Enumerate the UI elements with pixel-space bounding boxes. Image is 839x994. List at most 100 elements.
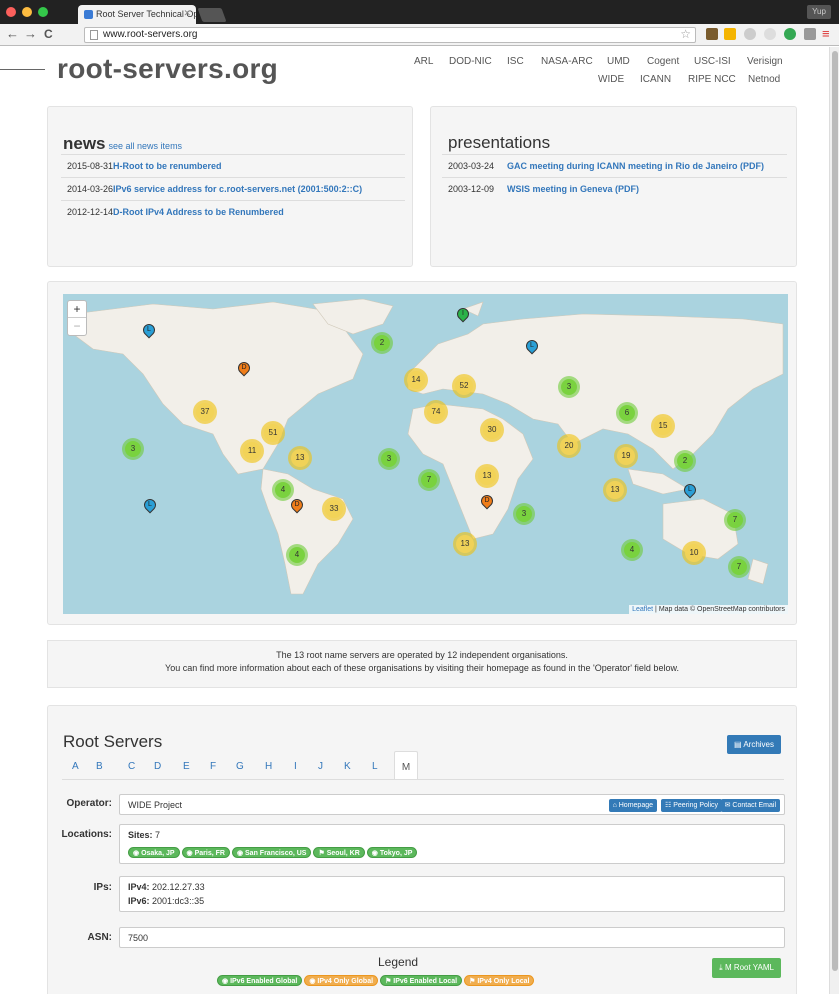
news-link[interactable]: H-Root to be renumbered bbox=[113, 161, 222, 171]
map-cluster[interactable]: 10 bbox=[682, 541, 706, 565]
all-news-link[interactable]: see all news items bbox=[109, 141, 183, 151]
archives-button[interactable]: ▤ Archives bbox=[726, 735, 781, 754]
address-bar[interactable]: www.root-servers.org ☆ bbox=[84, 27, 696, 43]
scrollbar-thumb[interactable] bbox=[832, 51, 838, 971]
tab-letter-d[interactable]: D bbox=[154, 761, 161, 772]
map-cluster[interactable]: 13 bbox=[603, 478, 627, 502]
map-cluster[interactable]: 3 bbox=[558, 376, 580, 398]
back-icon[interactable]: ← bbox=[6, 27, 19, 41]
scrollbar[interactable] bbox=[829, 47, 839, 994]
extension-icon[interactable] bbox=[744, 28, 756, 40]
map-cluster[interactable]: 6 bbox=[616, 402, 638, 424]
operator-link[interactable]: UMD bbox=[607, 56, 630, 67]
bookmark-star-icon[interactable]: ☆ bbox=[680, 27, 691, 41]
minimize-window-icon[interactable] bbox=[22, 7, 32, 17]
map-marker[interactable]: L bbox=[141, 496, 159, 517]
map-cluster[interactable]: 3 bbox=[513, 503, 535, 525]
close-window-icon[interactable] bbox=[6, 7, 16, 17]
tab-letter-i[interactable]: I bbox=[294, 761, 297, 772]
map-cluster[interactable]: 19 bbox=[614, 444, 638, 468]
site-logo[interactable]: root-servers.org bbox=[57, 53, 278, 85]
tab-letter-m[interactable]: M bbox=[394, 751, 418, 779]
news-link[interactable]: D-Root IPv4 Address to be Renumbered bbox=[113, 207, 284, 217]
presentation-link[interactable]: GAC meeting during ICANN meeting in Rio … bbox=[507, 161, 764, 171]
operator-link[interactable]: ARL bbox=[414, 56, 433, 67]
map-cluster[interactable]: 7 bbox=[728, 556, 750, 578]
close-tab-icon[interactable]: ✕ bbox=[183, 8, 191, 19]
operator-link[interactable]: ISC bbox=[507, 56, 524, 67]
operator-link[interactable]: Netnod bbox=[748, 74, 780, 85]
map-marker[interactable]: D bbox=[478, 492, 496, 513]
new-tab-button[interactable] bbox=[197, 8, 227, 22]
contact-email-button[interactable]: ✉ Contact Email bbox=[720, 799, 780, 812]
operator-link[interactable]: RIPE NCC bbox=[688, 74, 736, 85]
yaml-download-button[interactable]: ⤓ M Root YAML bbox=[712, 958, 781, 978]
map-cluster[interactable]: 15 bbox=[651, 414, 675, 438]
operator-link[interactable]: Cogent bbox=[647, 56, 679, 67]
map-marker[interactable]: L bbox=[140, 321, 158, 342]
homepage-button[interactable]: ⌂ Homepage bbox=[608, 799, 657, 812]
tab-letter-j[interactable]: J bbox=[318, 761, 323, 772]
world-map[interactable]: + − Leaflet | Map data © OpenStreetMap co… bbox=[63, 294, 788, 614]
site-tag[interactable]: ◉ Paris, FR bbox=[181, 847, 230, 858]
map-cluster[interactable]: 4 bbox=[286, 544, 308, 566]
map-cluster[interactable]: 20 bbox=[557, 434, 581, 458]
zoom-in-button[interactable]: + bbox=[68, 301, 86, 318]
map-cluster[interactable]: 3 bbox=[378, 448, 400, 470]
operator-link[interactable]: NASA-ARC bbox=[541, 56, 593, 67]
browser-tab[interactable]: Root Server Technical Op... ✕ bbox=[78, 5, 196, 24]
operator-link[interactable]: Verisign bbox=[747, 56, 783, 67]
map-cluster[interactable]: 13 bbox=[453, 532, 477, 556]
map-cluster[interactable]: 37 bbox=[193, 400, 217, 424]
map-cluster[interactable]: 74 bbox=[424, 400, 448, 424]
operator-link[interactable]: USC-ISI bbox=[694, 56, 731, 67]
map-cluster[interactable]: 33 bbox=[322, 497, 346, 521]
tab-letter-l[interactable]: L bbox=[372, 761, 378, 772]
grammarly-icon[interactable] bbox=[784, 28, 796, 40]
tab-letter-h[interactable]: H bbox=[265, 761, 272, 772]
map-cluster[interactable]: 4 bbox=[272, 479, 294, 501]
extension-icon[interactable] bbox=[804, 28, 816, 40]
map-marker[interactable]: L bbox=[523, 337, 541, 358]
tab-letter-g[interactable]: G bbox=[236, 761, 244, 772]
map-cluster[interactable]: 13 bbox=[475, 464, 499, 488]
site-tag[interactable]: ◉ San Francisco, US bbox=[231, 847, 312, 858]
tab-letter-c[interactable]: C bbox=[128, 761, 135, 772]
maximize-window-icon[interactable] bbox=[38, 7, 48, 17]
tab-letter-e[interactable]: E bbox=[183, 761, 190, 772]
map-cluster[interactable]: 51 bbox=[261, 421, 285, 445]
notes-extension-icon[interactable] bbox=[724, 28, 736, 40]
tab-letter-b[interactable]: B bbox=[96, 761, 103, 772]
site-tag[interactable]: ◉ Osaka, JP bbox=[128, 847, 180, 858]
map-cluster[interactable]: 30 bbox=[480, 418, 504, 442]
site-tag[interactable]: ◉ Tokyo, JP bbox=[366, 847, 418, 858]
map-marker[interactable]: L bbox=[681, 481, 699, 502]
peering-policy-button[interactable]: ☷ Peering Policy bbox=[661, 799, 722, 812]
extension-icon[interactable] bbox=[764, 28, 776, 40]
extension-icon[interactable] bbox=[706, 28, 718, 40]
map-cluster[interactable]: 4 bbox=[621, 539, 643, 561]
leaflet-link[interactable]: Leaflet bbox=[632, 606, 653, 613]
site-tag[interactable]: ⚑ Seoul, KR bbox=[313, 847, 365, 858]
map-cluster[interactable]: 13 bbox=[288, 446, 312, 470]
operator-link[interactable]: WIDE bbox=[598, 74, 624, 85]
map-cluster[interactable]: 7 bbox=[418, 469, 440, 491]
map-cluster[interactable]: 7 bbox=[724, 509, 746, 531]
tab-letter-a[interactable]: A bbox=[72, 761, 79, 772]
map-cluster[interactable]: 11 bbox=[240, 439, 264, 463]
map-marker[interactable]: I bbox=[454, 305, 472, 326]
menu-icon[interactable]: ≡ bbox=[822, 27, 832, 40]
map-cluster[interactable]: 2 bbox=[371, 332, 393, 354]
forward-icon[interactable]: → bbox=[24, 27, 37, 41]
map-cluster[interactable]: 2 bbox=[674, 450, 696, 472]
map-cluster[interactable]: 14 bbox=[404, 368, 428, 392]
zoom-out-button[interactable]: − bbox=[68, 318, 86, 335]
news-link[interactable]: IPv6 service address for c.root-servers.… bbox=[113, 184, 362, 194]
operator-link[interactable]: DOD-NIC bbox=[449, 56, 492, 67]
operator-link[interactable]: ICANN bbox=[640, 74, 671, 85]
map-marker[interactable]: D bbox=[288, 496, 306, 517]
reload-icon[interactable]: C bbox=[44, 27, 53, 41]
tab-letter-k[interactable]: K bbox=[344, 761, 351, 772]
tab-letter-f[interactable]: F bbox=[210, 761, 216, 772]
profile-button[interactable]: Yup bbox=[807, 5, 831, 19]
